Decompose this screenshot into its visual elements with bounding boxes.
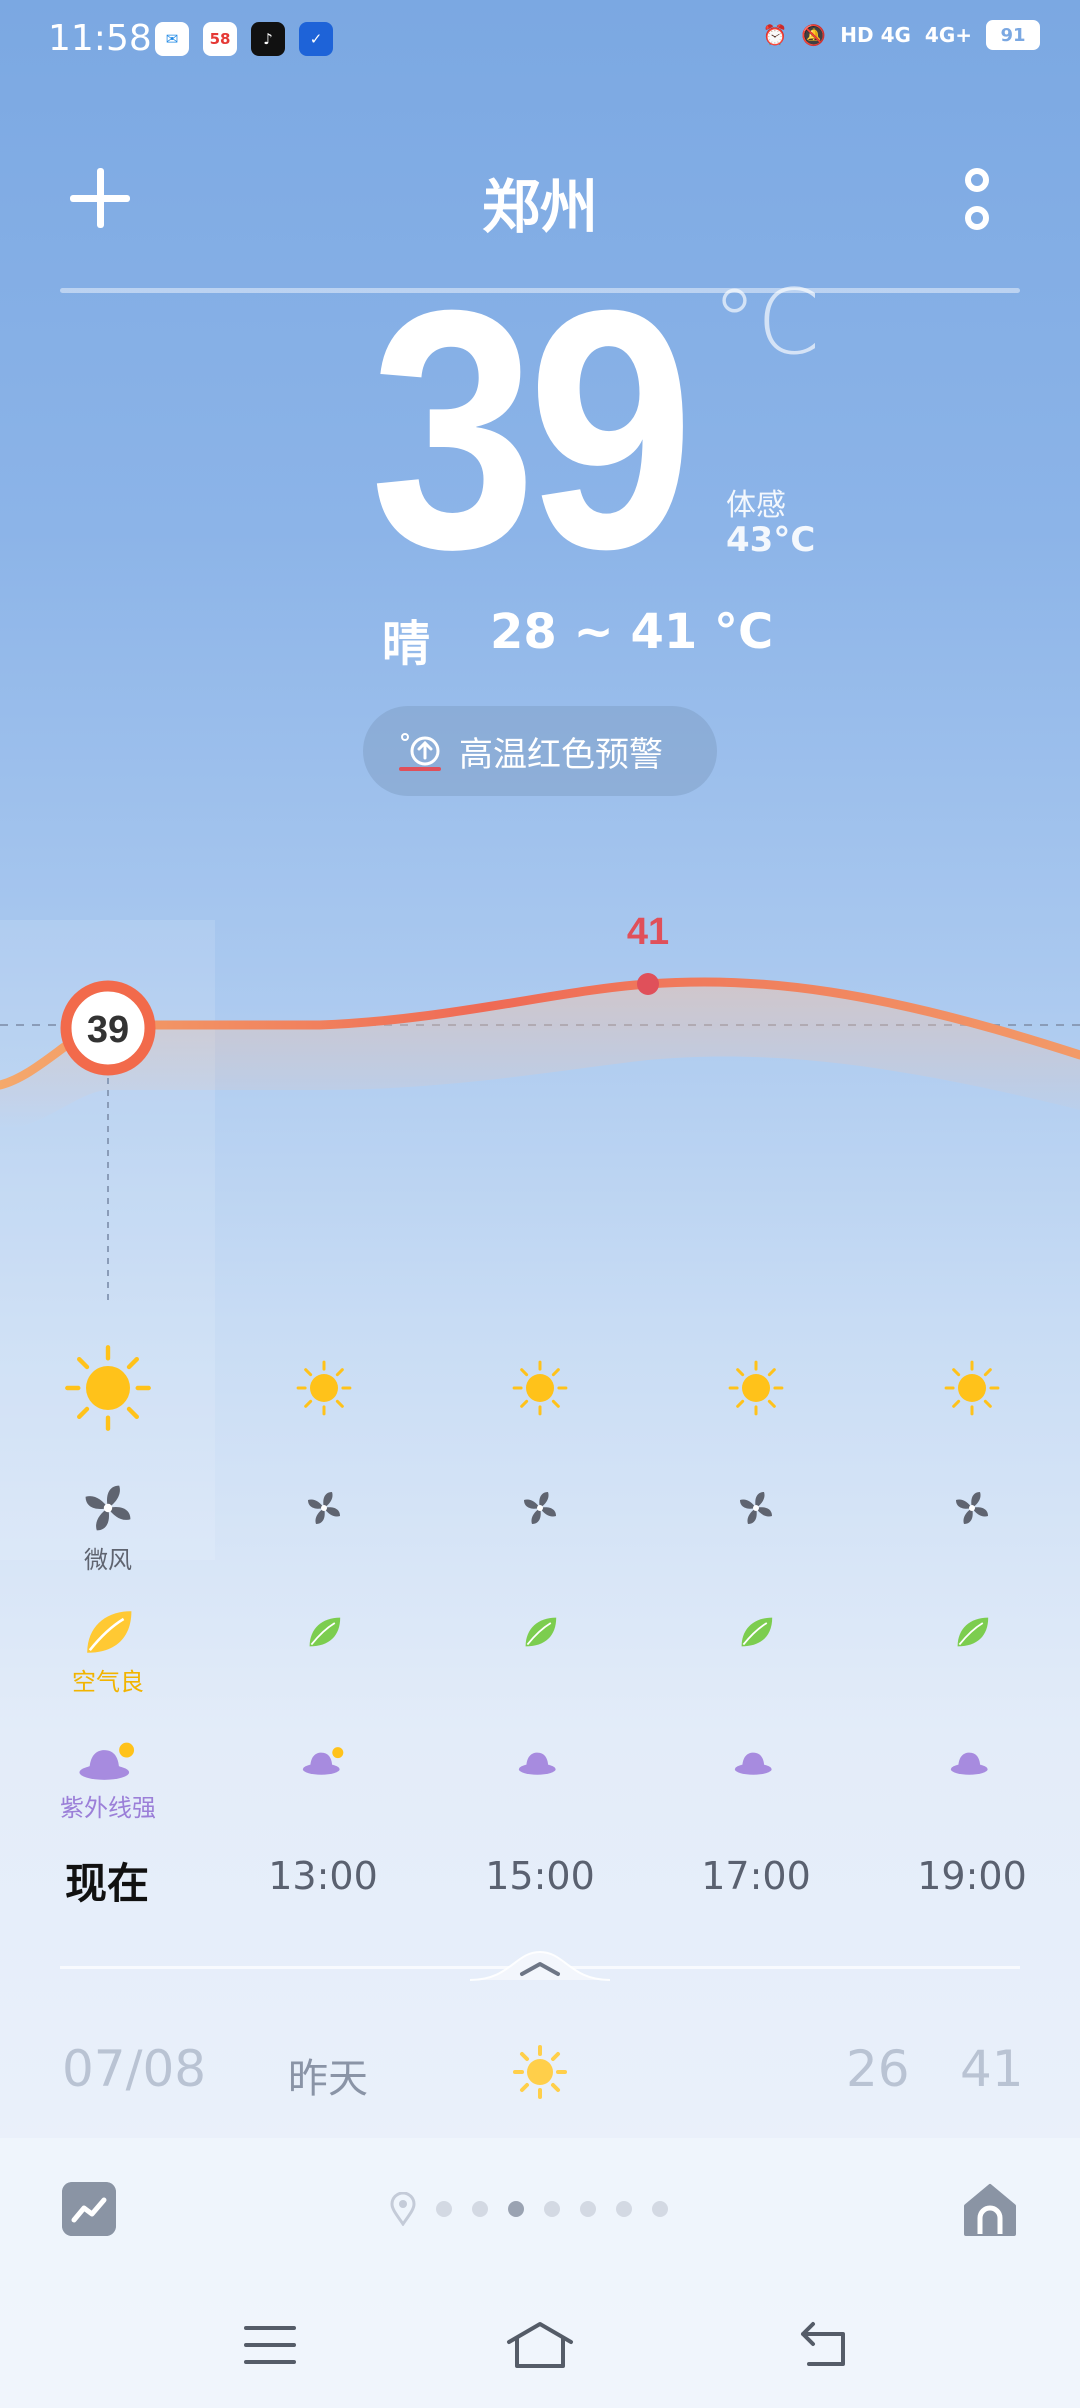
- status-right: ⏰ 🔕 HD 4G 4G+ 91: [762, 20, 1040, 50]
- sun-icon: [65, 1345, 151, 1431]
- uv-hat-icon: [302, 1747, 344, 1775]
- time-label-now: 现在: [64, 1859, 149, 1908]
- wind-fan-icon: [524, 1492, 556, 1524]
- sun-icon: [728, 1360, 784, 1416]
- high-temp-alert-icon: [399, 733, 441, 771]
- sun-icon: [944, 1360, 1000, 1416]
- back-button[interactable]: [795, 2320, 855, 2370]
- location-pin-icon: [390, 2192, 416, 2226]
- temperature-unit: °C: [712, 270, 820, 375]
- security-app-icon: ✓: [299, 22, 333, 56]
- time-label-15: 15:00: [485, 1854, 595, 1898]
- page-dot[interactable]: [580, 2201, 596, 2217]
- more-menu-button[interactable]: [962, 168, 992, 230]
- air-quality-label: 空气良: [72, 1668, 144, 1696]
- air-quality-leaf-icon: [957, 1617, 989, 1647]
- daily-day: 昨天: [288, 2056, 368, 2102]
- daily-date: 07/08: [62, 2040, 207, 2098]
- uv-hat-icon: [950, 1752, 988, 1775]
- alarm-icon: ⏰: [762, 23, 788, 47]
- mute-icon: 🔕: [801, 23, 827, 47]
- now-temp-label: 39: [87, 1009, 129, 1051]
- menu-icon: [244, 2326, 296, 2364]
- uv-label: 紫外线强: [60, 1794, 156, 1822]
- uv-hat-icon: [79, 1742, 135, 1780]
- city-title: 郑州: [481, 173, 598, 241]
- messages-app-icon: ✉: [155, 22, 189, 56]
- weather-home-button[interactable]: [962, 2182, 1018, 2238]
- system-home-button[interactable]: [505, 2320, 575, 2370]
- wind-fan-icon: [308, 1492, 340, 1524]
- uv-hat-icon: [734, 1752, 772, 1775]
- current-temperature: 39: [370, 240, 694, 620]
- network-1: HD 4G: [840, 23, 911, 47]
- daily-low: 26: [846, 2040, 910, 2098]
- collapse-button[interactable]: [470, 1942, 610, 1982]
- trend-chart-button[interactable]: [62, 2182, 116, 2236]
- home-outline-icon: [507, 2322, 573, 2368]
- feels-like-label: 体感: [726, 488, 786, 523]
- daily-high: 41: [960, 2040, 1024, 2098]
- page-dot[interactable]: [616, 2201, 632, 2217]
- alert-text: 高温红色预警: [459, 734, 663, 775]
- time-label-19: 19:00: [917, 1854, 1027, 1898]
- line-glow: [0, 981, 1080, 1130]
- air-quality-leaf-icon: [309, 1617, 341, 1647]
- max-temp-label: 41: [627, 911, 669, 953]
- air-quality-leaf-icon: [741, 1617, 773, 1647]
- network-2: 4G+: [924, 23, 972, 47]
- daily-sun-icon: [513, 2045, 567, 2099]
- heat-alert-button[interactable]: 高温红色预警: [363, 706, 717, 796]
- wind-fan-icon: [740, 1492, 772, 1524]
- dot-icon: [965, 206, 989, 230]
- wind-fan-icon: [85, 1485, 131, 1531]
- page-indicator[interactable]: [390, 2192, 668, 2226]
- sun-icon: [512, 1360, 568, 1416]
- air-quality-leaf-icon: [525, 1617, 557, 1647]
- page-dot[interactable]: [472, 2201, 488, 2217]
- 58-app-icon: 58: [203, 22, 237, 56]
- max-point-marker: [637, 973, 659, 995]
- time-label-17: 17:00: [701, 1854, 811, 1898]
- uv-hat-icon: [518, 1752, 556, 1775]
- tiktok-app-icon: ♪: [251, 22, 285, 56]
- page-dot[interactable]: [652, 2201, 668, 2217]
- wind-label: 微风: [84, 1546, 132, 1574]
- battery-icon: 91: [986, 20, 1040, 50]
- wind-fan-icon: [956, 1492, 988, 1524]
- time-label-13: 13:00: [268, 1854, 378, 1898]
- feels-like-value: 43°C: [726, 520, 816, 560]
- sun-icon: [296, 1360, 352, 1416]
- page-dot[interactable]: [436, 2201, 452, 2217]
- page-dot-active[interactable]: [508, 2201, 524, 2217]
- status-time: 11:58: [48, 18, 152, 59]
- air-quality-leaf-icon: [87, 1611, 132, 1653]
- status-app-icons: ✉ 58 ♪ ✓: [155, 22, 333, 56]
- temperature-range: 28 ~ 41 °C: [490, 604, 774, 660]
- page-dot[interactable]: [544, 2201, 560, 2217]
- weather-condition: 晴: [382, 616, 431, 672]
- status-bar: 11:58 ✉ 58 ♪ ✓ ⏰ 🔕 HD 4G 4G+ 91: [0, 0, 1080, 80]
- hourly-temperature-chart: 41 39: [0, 911, 1080, 1300]
- recent-apps-button[interactable]: [240, 2320, 300, 2370]
- dot-icon: [965, 168, 989, 192]
- back-arrow-icon: [801, 2322, 845, 2366]
